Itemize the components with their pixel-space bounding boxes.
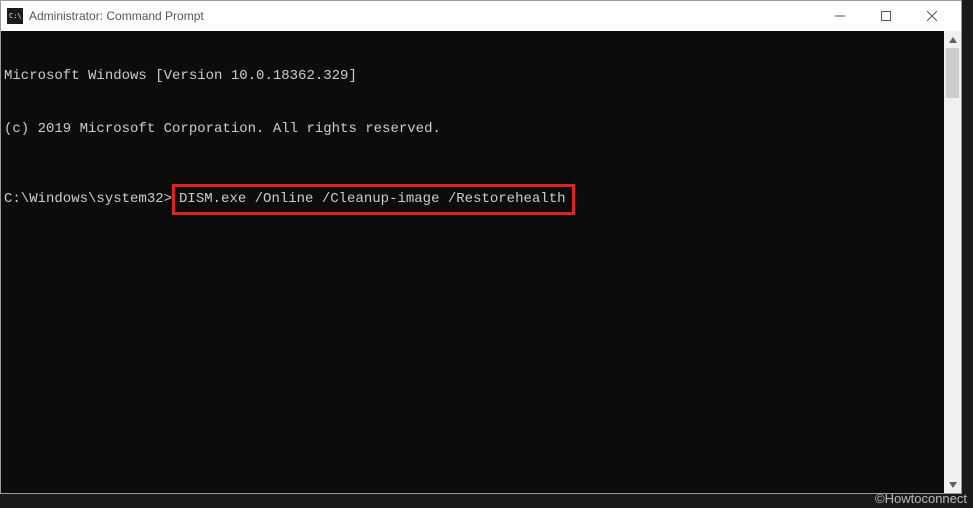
command-text: DISM.exe /Online /Cleanup-image /Restore… [179, 191, 565, 207]
window-title: Administrator: Command Prompt [29, 9, 817, 23]
command-highlight: DISM.exe /Online /Cleanup-image /Restore… [172, 184, 574, 215]
scrollbar-thumb[interactable] [946, 48, 959, 98]
prompt-prefix: C:\Windows\system32> [4, 191, 172, 209]
titlebar[interactable]: C:\ Administrator: Command Prompt [1, 1, 961, 31]
terminal-output-line: (c) 2019 Microsoft Corporation. All righ… [4, 121, 941, 139]
maximize-button[interactable] [863, 1, 909, 31]
prompt-line: C:\Windows\system32> DISM.exe /Online /Cl… [4, 184, 941, 215]
terminal-output-line: Microsoft Windows [Version 10.0.18362.32… [4, 68, 941, 86]
window-controls [817, 1, 955, 31]
close-button[interactable] [909, 1, 955, 31]
minimize-button[interactable] [817, 1, 863, 31]
cmd-icon: C:\ [7, 8, 23, 24]
vertical-scrollbar[interactable] [944, 31, 961, 493]
terminal[interactable]: Microsoft Windows [Version 10.0.18362.32… [1, 31, 944, 493]
watermark: ©Howtoconnect [875, 491, 967, 506]
terminal-area: Microsoft Windows [Version 10.0.18362.32… [1, 31, 961, 493]
scrollbar-up-button[interactable] [944, 31, 961, 48]
svg-text:C:\: C:\ [9, 12, 22, 20]
command-prompt-window: C:\ Administrator: Command Prompt Micros… [0, 0, 962, 494]
